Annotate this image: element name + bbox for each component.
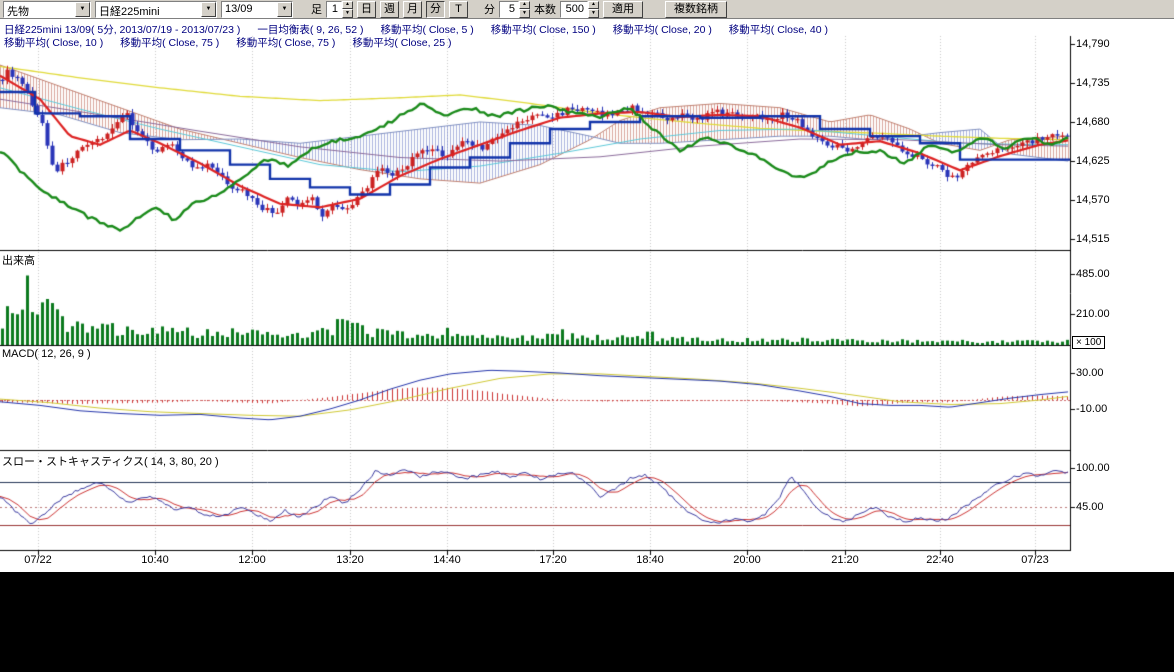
time-axis-label: 07/23 bbox=[1021, 554, 1049, 566]
time-axis-label: 12:00 bbox=[238, 554, 266, 566]
contract-month-combobox[interactable]: 13/09 ▼ bbox=[221, 1, 293, 18]
chevron-down-icon[interactable]: ▼ bbox=[75, 2, 90, 17]
bar-count-value[interactable]: 500 bbox=[560, 1, 588, 18]
time-axis-label: 17:20 bbox=[539, 554, 567, 566]
symbol-combobox-value: 日経225mini bbox=[96, 2, 201, 17]
time-axis-label: 18:40 bbox=[636, 554, 664, 566]
time-axis-label: 13:20 bbox=[336, 554, 364, 566]
volume-panel-title: 出来高 bbox=[2, 252, 35, 268]
chevron-down-icon[interactable]: ▼ bbox=[201, 2, 216, 17]
legend-item: 移動平均( Close, 40 ) bbox=[729, 24, 828, 36]
legend-row-2: 移動平均( Close, 10 ) 移動平均( Close, 75 ) 移動平均… bbox=[4, 35, 466, 50]
macd-panel-title: MACD( 12, 26, 9 ) bbox=[2, 348, 91, 360]
category-combobox[interactable]: 先物 ▼ bbox=[3, 1, 91, 18]
bar-interval-value[interactable]: 1 bbox=[326, 1, 342, 18]
legend-item: 移動平均( Close, 20 ) bbox=[613, 24, 712, 36]
price-axis-label: 14,570 bbox=[1076, 194, 1110, 206]
time-axis-label: 07/22 bbox=[24, 554, 52, 566]
spin-down-icon[interactable]: ▼ bbox=[342, 9, 353, 18]
empty-area bbox=[0, 572, 1174, 672]
time-axis-label: 22:40 bbox=[926, 554, 954, 566]
chevron-down-icon[interactable]: ▼ bbox=[277, 2, 292, 17]
period-tick-button[interactable]: T bbox=[449, 1, 468, 18]
spin-down-icon[interactable]: ▼ bbox=[588, 9, 599, 18]
bar-type-label: 足 bbox=[311, 1, 322, 17]
stochastics-panel-title: スロー・ストキャスティクス( 14, 3, 80, 20 ) bbox=[2, 453, 219, 469]
time-axis-label: 20:00 bbox=[733, 554, 761, 566]
chart-canvas[interactable] bbox=[0, 0, 1174, 572]
price-axis-label: 14,790 bbox=[1076, 38, 1110, 50]
spin-up-icon[interactable]: ▲ bbox=[342, 1, 353, 10]
time-axis-label: 10:40 bbox=[141, 554, 169, 566]
price-axis-label: 14,680 bbox=[1076, 116, 1110, 128]
price-axis-label: 14,515 bbox=[1076, 233, 1110, 245]
legend-item: 移動平均( Close, 75 ) bbox=[236, 37, 335, 49]
spin-up-icon[interactable]: ▲ bbox=[519, 1, 530, 10]
spin-down-icon[interactable]: ▼ bbox=[519, 9, 530, 18]
minute-value-spinner[interactable]: 5 ▲ ▼ bbox=[499, 1, 530, 18]
macd-axis-label: 30.00 bbox=[1076, 367, 1104, 379]
period-day-button[interactable]: 日 bbox=[357, 1, 376, 18]
period-minute-button[interactable]: 分 bbox=[426, 1, 445, 18]
minute-value[interactable]: 5 bbox=[499, 1, 519, 18]
time-axis-label: 21:20 bbox=[831, 554, 859, 566]
period-month-button[interactable]: 月 bbox=[403, 1, 422, 18]
bar-count-spinner[interactable]: 500 ▲ ▼ bbox=[560, 1, 599, 18]
legend-item: 移動平均( Close, 10 ) bbox=[4, 37, 103, 49]
price-axis-label: 14,735 bbox=[1076, 77, 1110, 89]
minute-unit-label: 分 bbox=[484, 1, 495, 17]
stoch-axis-label: 45.00 bbox=[1076, 501, 1104, 513]
stoch-axis-label: 100.00 bbox=[1076, 462, 1110, 474]
period-week-button[interactable]: 週 bbox=[380, 1, 399, 18]
time-axis-label: 14:40 bbox=[433, 554, 461, 566]
trading-app-window: 先物 ▼ 日経225mini ▼ 13/09 ▼ 足 1 ▲ ▼ 日 週 月 分… bbox=[0, 0, 1174, 672]
volume-axis-label: 210.00 bbox=[1076, 308, 1110, 320]
symbol-combobox[interactable]: 日経225mini ▼ bbox=[95, 1, 217, 18]
bar-count-label: 本数 bbox=[534, 1, 556, 17]
volume-unit-badge: × 100 bbox=[1072, 336, 1105, 349]
price-axis-label: 14,625 bbox=[1076, 155, 1110, 167]
volume-axis-label: 485.00 bbox=[1076, 268, 1110, 280]
contract-month-combobox-value: 13/09 bbox=[222, 2, 277, 17]
legend-item: 移動平均( Close, 75 ) bbox=[120, 37, 219, 49]
macd-axis-label: -10.00 bbox=[1076, 403, 1107, 415]
spin-up-icon[interactable]: ▲ bbox=[588, 1, 599, 10]
legend-item: 移動平均( Close, 25 ) bbox=[352, 37, 451, 49]
bar-interval-spinner[interactable]: 1 ▲ ▼ bbox=[326, 1, 353, 18]
toolbar: 先物 ▼ 日経225mini ▼ 13/09 ▼ 足 1 ▲ ▼ 日 週 月 分… bbox=[0, 0, 1174, 19]
legend-item: 移動平均( Close, 150 ) bbox=[491, 24, 596, 36]
apply-button[interactable]: 適用 bbox=[603, 1, 643, 18]
category-combobox-value: 先物 bbox=[4, 2, 75, 17]
multi-symbol-button[interactable]: 複数銘柄 bbox=[665, 1, 727, 18]
